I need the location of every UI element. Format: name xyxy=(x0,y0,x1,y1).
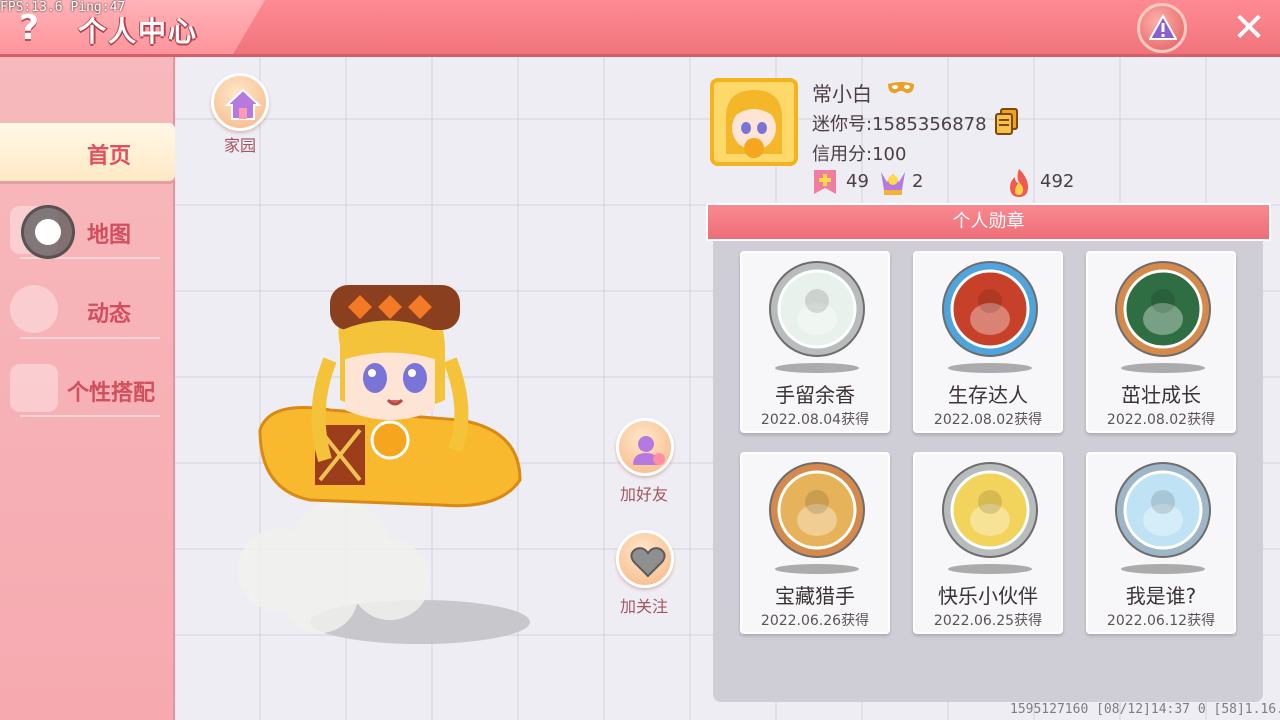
sidebar-item-outfit[interactable]: 个性搭配 xyxy=(0,360,175,418)
stat-value: 2 xyxy=(912,171,924,192)
medal-card[interactable]: 宝藏猎手 2022.06.26获得 xyxy=(740,452,890,634)
medal-name: 手留余香 xyxy=(775,383,855,407)
medal-badge-icon xyxy=(769,261,865,357)
house-icon xyxy=(224,88,262,120)
flame-icon xyxy=(1010,169,1028,197)
medal-card[interactable]: 我是谁? 2022.06.12获得 xyxy=(1086,452,1236,634)
medal-badge-icon xyxy=(942,462,1038,558)
page-title: 个人中心 xyxy=(78,15,199,48)
sidebar-item-label: 地图 xyxy=(86,223,131,248)
player-character-illustration xyxy=(238,285,530,644)
medal-date: 2022.06.12获得 xyxy=(1106,613,1216,629)
medal-badge-icon xyxy=(1115,261,1211,357)
copy-icon[interactable] xyxy=(995,108,1019,136)
shirt-icon xyxy=(10,364,58,412)
follow-button[interactable] xyxy=(616,530,674,588)
medal-shadow xyxy=(948,564,1032,574)
report-button[interactable] xyxy=(1137,3,1187,53)
medal-date: 2022.08.04获得 xyxy=(760,412,870,428)
add-user-icon xyxy=(633,436,665,465)
medal-badge-icon xyxy=(1115,462,1211,558)
player-name: 常小白 xyxy=(812,82,872,106)
medal-card[interactable]: 手留余香 2022.08.04获得 xyxy=(740,251,890,433)
medal-date: 2022.06.25获得 xyxy=(933,613,1043,629)
stat-popularity[interactable]: 492 xyxy=(1006,168,1086,197)
home-button[interactable] xyxy=(211,73,269,131)
stat-value: 492 xyxy=(1040,171,1075,192)
medal-badge-icon xyxy=(769,462,865,558)
joystick[interactable] xyxy=(21,205,75,259)
medal-shadow xyxy=(775,363,859,373)
medal-date: 2022.06.26获得 xyxy=(760,613,870,629)
home-label: 家园 xyxy=(223,136,256,155)
avatar-portrait xyxy=(714,82,794,162)
add-friend-label: 加好友 xyxy=(619,485,668,504)
medal-name: 我是谁? xyxy=(1125,584,1197,608)
medal-shadow xyxy=(1121,564,1205,574)
medal-shadow xyxy=(948,363,1032,373)
medal-card[interactable]: 茁壮成长 2022.08.02获得 xyxy=(1086,251,1236,433)
sidebar-item-label: 动态 xyxy=(86,302,131,327)
stat-trophy[interactable]: 2 xyxy=(878,168,938,196)
medal-shadow xyxy=(1121,363,1205,373)
mask-icon xyxy=(888,82,914,94)
close-icon[interactable]: ✕ xyxy=(1226,6,1272,50)
sidebar-item-home[interactable]: 首页 xyxy=(0,123,175,181)
medal-date: 2022.08.02获得 xyxy=(933,412,1043,428)
heart-icon xyxy=(630,547,666,578)
medal-card[interactable]: 生存达人 2022.08.02获得 xyxy=(913,251,1063,433)
add-friend-button[interactable] xyxy=(616,418,674,476)
warning-triangle-icon xyxy=(1149,14,1177,40)
trophy-figure-icon xyxy=(881,172,905,195)
follow-label: 加关注 xyxy=(619,597,668,616)
medal-name: 宝藏猎手 xyxy=(775,584,855,608)
fps-counter: FPS:13.6 Ping:47 xyxy=(0,0,126,15)
avatar[interactable] xyxy=(710,78,798,166)
sidebar-item-label: 个性搭配 xyxy=(66,381,155,406)
sidebar-item-label: 首页 xyxy=(86,144,131,169)
medal-name: 茁壮成长 xyxy=(1121,383,1201,407)
medal-name: 生存达人 xyxy=(948,383,1028,407)
top-header: ? 个人中心 ✕ xyxy=(0,0,1280,57)
medal-shadow xyxy=(775,564,859,574)
bookmark-plus-icon xyxy=(814,170,836,194)
build-info: 1595127160 [08/12]14:37 0 [58]1.16.2 xyxy=(1010,702,1280,717)
stat-bookmarks[interactable]: 49 xyxy=(812,168,872,196)
medal-card[interactable]: 快乐小伙伴 2022.06.25获得 xyxy=(913,452,1063,634)
medal-date: 2022.08.02获得 xyxy=(1106,412,1216,428)
sidebar: 首页 地图 动态 个性搭配 xyxy=(0,57,175,720)
stat-value: 49 xyxy=(846,171,869,192)
credit-score: 信用分:100 xyxy=(812,144,907,165)
medal-name: 快乐小伙伴 xyxy=(938,584,1038,608)
sidebar-item-feed[interactable]: 动态 xyxy=(0,281,175,339)
bell-icon xyxy=(10,285,58,333)
player-id: 迷你号:1585356878 xyxy=(812,114,987,135)
medal-panel-title: 个人勋章 xyxy=(706,203,1271,241)
medal-badge-icon xyxy=(942,261,1038,357)
